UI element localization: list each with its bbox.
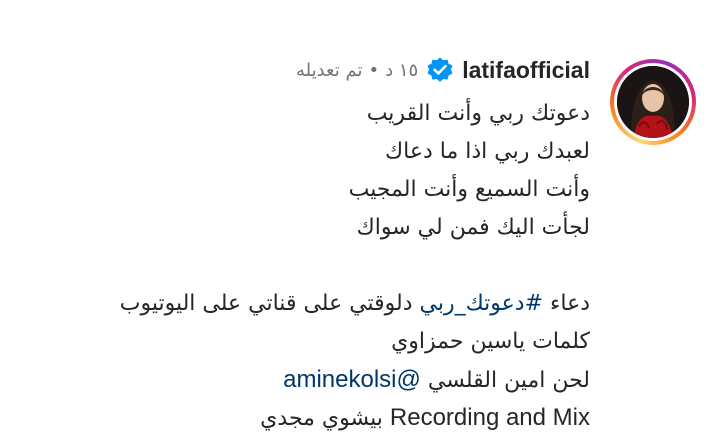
credit-latin: Recording and Mix xyxy=(389,404,590,431)
avatar-gap xyxy=(614,63,692,141)
credit-line-lyrics: كلمات ياسين حمزاوي xyxy=(391,329,590,354)
credit-prefix: دعاء xyxy=(543,291,590,316)
mention-link[interactable]: @aminekolsi xyxy=(283,366,421,393)
credit-suffix: دلوقتي على قناتي على اليوتيوب xyxy=(119,291,420,316)
avatar-image xyxy=(617,66,689,138)
credit-prefix: لحن امين القلسي xyxy=(420,368,590,393)
post-meta: ١٥ د • تم تعديله xyxy=(296,60,418,81)
credit-line-composer: لحن امين القلسي @aminekolsi xyxy=(50,361,590,399)
verified-check-icon xyxy=(426,56,454,84)
post-header: ١٥ د • تم تعديله latifaofficial xyxy=(296,53,590,87)
caption-line: وأنت السميع وأنت المجيب xyxy=(348,177,590,202)
credit-line-dua: دعاء #دعوتك_ربي دلوقتي على قناتي على الي… xyxy=(50,285,590,323)
post-caption: دعوتك ربي وأنت القريب لعبدك ربي اذا ما د… xyxy=(50,95,590,437)
avatar[interactable] xyxy=(617,66,689,138)
story-ring[interactable] xyxy=(610,59,696,145)
time-ago: ١٥ د xyxy=(385,59,419,81)
credit-arabic: بيشوي مجدي xyxy=(260,406,383,431)
credit-line-recording: Recording and Mix بيشوي مجدي xyxy=(50,399,590,437)
username-link[interactable]: latifaofficial xyxy=(462,57,590,84)
caption-line: لجأت اليك فمن لي سواك xyxy=(356,215,590,240)
edited-label: تم تعديله xyxy=(295,59,363,81)
caption-line: لعبدك ربي اذا ما دعاك xyxy=(385,139,590,164)
caption-line: دعوتك ربي وأنت القريب xyxy=(366,101,590,126)
meta-separator: • xyxy=(368,59,380,81)
hashtag-link[interactable]: #دعوتك_ربي xyxy=(420,291,543,316)
